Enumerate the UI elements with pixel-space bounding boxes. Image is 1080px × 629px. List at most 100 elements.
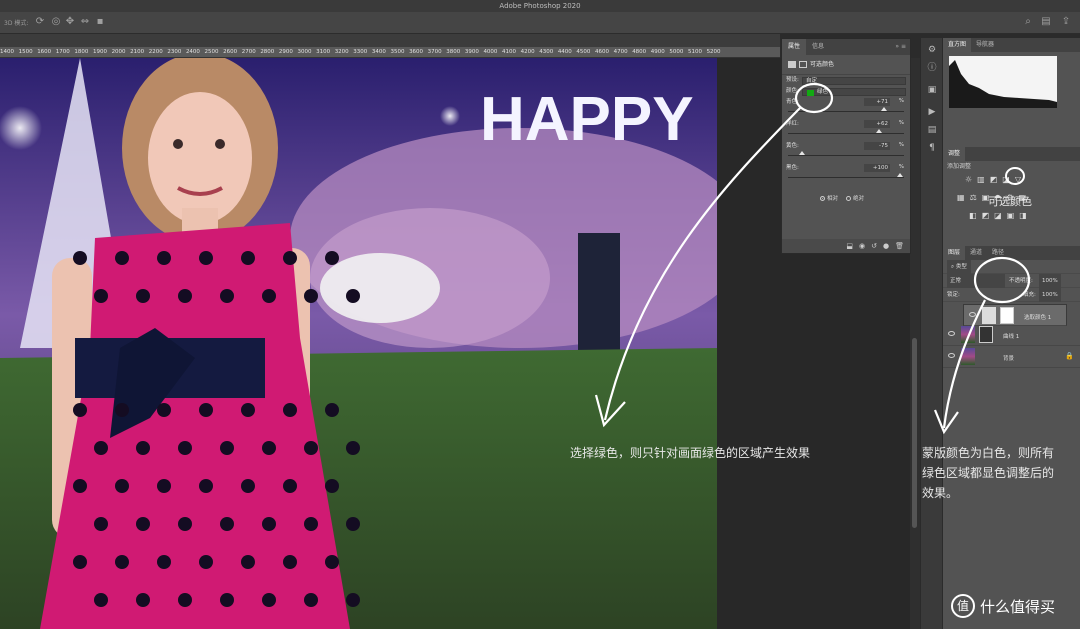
polka-dot — [157, 403, 171, 417]
workspace-icon[interactable]: ▤ — [1040, 16, 1052, 28]
scrollbar-thumb[interactable] — [912, 338, 917, 528]
layer-row[interactable]: 选取颜色 1 — [963, 304, 1067, 326]
tab-channels[interactable]: 通道 — [965, 246, 987, 260]
fill-field[interactable]: 100% — [1039, 288, 1061, 302]
vertical-scrollbar[interactable] — [910, 58, 920, 629]
ruler-tick-label: 4400 — [557, 49, 572, 55]
adjustment-1-1-icon[interactable]: ☼ — [965, 175, 972, 184]
3d-orbit-icon[interactable]: ⟳ — [34, 16, 46, 28]
adjust-icon[interactable]: ⚙ — [926, 44, 938, 56]
polka-dot — [73, 479, 87, 493]
slider-track[interactable] — [788, 177, 904, 178]
properties-panel: 属性 信息 » ≡ 可选颜色 预设: 自定 颜色: 绿色 青色: +71% 洋红: +… — [781, 38, 911, 254]
slider-row: 青色: +71% — [782, 97, 910, 119]
adjustment-1-2-icon[interactable]: ▥ — [977, 175, 985, 184]
slider-knob[interactable] — [897, 173, 903, 177]
histogram-panel — [943, 52, 1080, 114]
ruler-tick-label: 2800 — [260, 49, 275, 55]
tab-layers[interactable]: 图层 — [943, 246, 966, 260]
document-canvas[interactable]: HAPPY — [0, 58, 717, 629]
layer-comps-icon[interactable]: ▤ — [926, 124, 938, 136]
color-select[interactable]: 绿色 — [802, 88, 906, 96]
preset-select[interactable]: 自定 — [802, 77, 906, 85]
visibility-icon[interactable]: ● — [883, 239, 889, 253]
slider-knob[interactable] — [799, 151, 805, 155]
panel-menu-icon[interactable]: » ≡ — [889, 39, 910, 55]
play-icon[interactable]: ▶ — [926, 106, 938, 118]
clip-icon[interactable]: ⬓ — [846, 239, 853, 253]
mask-icon[interactable] — [799, 61, 807, 68]
histogram-tabs: 直方图 导航器 — [943, 38, 1080, 52]
slider-value-field[interactable]: +100 — [864, 164, 890, 172]
adjustment-1-4-icon[interactable]: ◪ — [1002, 175, 1010, 184]
ruler-tick-label: 2700 — [241, 49, 256, 55]
tab-info[interactable]: 信息 — [806, 39, 830, 55]
opacity-field[interactable]: 100% — [1039, 274, 1061, 288]
layer-mask-thumb[interactable] — [979, 326, 993, 343]
adjustment-1-3-icon[interactable]: ◩ — [990, 175, 998, 184]
slider-value-field[interactable]: +71 — [864, 98, 890, 106]
layer-filter-select[interactable]: ⌕ 类型 — [947, 260, 971, 274]
horizontal-ruler: 1400 1500 1600 1700 1800 1900 2000 2100 2200 2300… — [0, 47, 780, 58]
adjustment-1-5-icon[interactable]: ▽ — [1015, 175, 1021, 184]
3d-slide-icon[interactable]: ⇔ — [79, 16, 91, 28]
search-icon[interactable]: ⌕ — [1022, 16, 1034, 28]
tab-adjustments[interactable]: 调整 — [943, 147, 966, 161]
ruler-tick-label: 2300 — [167, 49, 182, 55]
adjustment-row-1: ☼ ▥ ◩ ◪ ▽ — [965, 175, 1021, 184]
reset-icon[interactable]: ↺ — [871, 239, 877, 253]
3d-roll-icon[interactable]: ◎ — [50, 16, 62, 28]
polka-dot — [304, 441, 318, 455]
tab-navigator[interactable]: 导航器 — [971, 38, 999, 52]
slider-knob[interactable] — [880, 107, 887, 111]
tab-paths[interactable]: 路径 — [987, 246, 1009, 260]
tab-properties[interactable]: 属性 — [782, 39, 807, 55]
slider-knob[interactable] — [875, 129, 882, 133]
layer-row[interactable]: 🔒 背景 — [943, 346, 1080, 368]
share-icon[interactable]: ⇪ — [1060, 16, 1072, 28]
radio-relative-dot — [820, 196, 825, 201]
layer-row[interactable]: 曲线 1 — [943, 324, 1080, 346]
adjustment-3-3-icon[interactable]: ◪ — [994, 211, 1002, 220]
adjustment-3-4-icon[interactable]: ▣ — [1007, 211, 1015, 220]
layer-mask-thumb[interactable] — [1000, 307, 1014, 324]
3d-camera-icon[interactable]: ▪ — [94, 16, 106, 28]
actions-icon[interactable]: ▣ — [926, 84, 938, 96]
slider-track[interactable] — [788, 111, 904, 112]
trash-icon[interactable]: 🗑 — [895, 239, 904, 253]
polka-dot — [283, 555, 297, 569]
polka-dot — [178, 441, 192, 455]
adjustment-3-2-icon[interactable]: ◩ — [982, 211, 990, 220]
tab-histogram[interactable]: 直方图 — [943, 38, 972, 52]
mask-annotation: 蒙版颜色为白色，则所有 绿色区域都显色调整后的 效果。 — [922, 443, 1054, 503]
info-icon[interactable]: ⓘ — [926, 62, 938, 74]
slider-value-field[interactable]: +62 — [864, 120, 890, 128]
radio-relative[interactable]: 相对 — [820, 194, 838, 202]
view-previous-icon[interactable]: ◉ — [859, 239, 865, 253]
slider-value-field[interactable]: -75 — [864, 142, 890, 150]
3d-pan-icon[interactable]: ✥ — [64, 16, 76, 28]
polka-dot — [241, 403, 255, 417]
ruler-tick-label: 2400 — [185, 49, 200, 55]
adjustment-3-5-icon[interactable]: ◨ — [1019, 211, 1027, 220]
radio-absolute[interactable]: 绝对 — [846, 194, 864, 202]
adjustment-2-1-icon[interactable]: ▦ — [957, 193, 965, 202]
slider-track[interactable] — [788, 155, 904, 156]
adjustment-2-2-icon[interactable]: ⚖ — [970, 193, 977, 202]
blend-mode-select[interactable]: 正常 — [947, 274, 1005, 288]
adjustment-3-1-icon[interactable]: ◧ — [969, 211, 977, 220]
polka-dot — [73, 403, 87, 417]
eye-icon[interactable] — [948, 331, 955, 336]
eye-icon[interactable] — [948, 353, 955, 358]
adjustment-icon — [788, 61, 796, 68]
paragraph-icon[interactable]: ¶ — [926, 142, 938, 154]
ruler-tick-label: 4700 — [613, 49, 628, 55]
ruler-ticks: 1400 1500 1600 1700 1800 1900 2000 2100 2200 2300… — [0, 47, 725, 57]
slider-track[interactable] — [788, 133, 904, 134]
ruler-tick-label: 2900 — [278, 49, 293, 55]
polka-dot — [325, 251, 339, 265]
method-radios: 相对 绝对 — [820, 194, 864, 202]
slider-label: 黄色: — [786, 143, 799, 149]
eye-icon[interactable] — [969, 312, 976, 317]
dock-icon-strip: ⚙ ⓘ ▣ ▶ ▤ ¶ — [920, 38, 942, 629]
